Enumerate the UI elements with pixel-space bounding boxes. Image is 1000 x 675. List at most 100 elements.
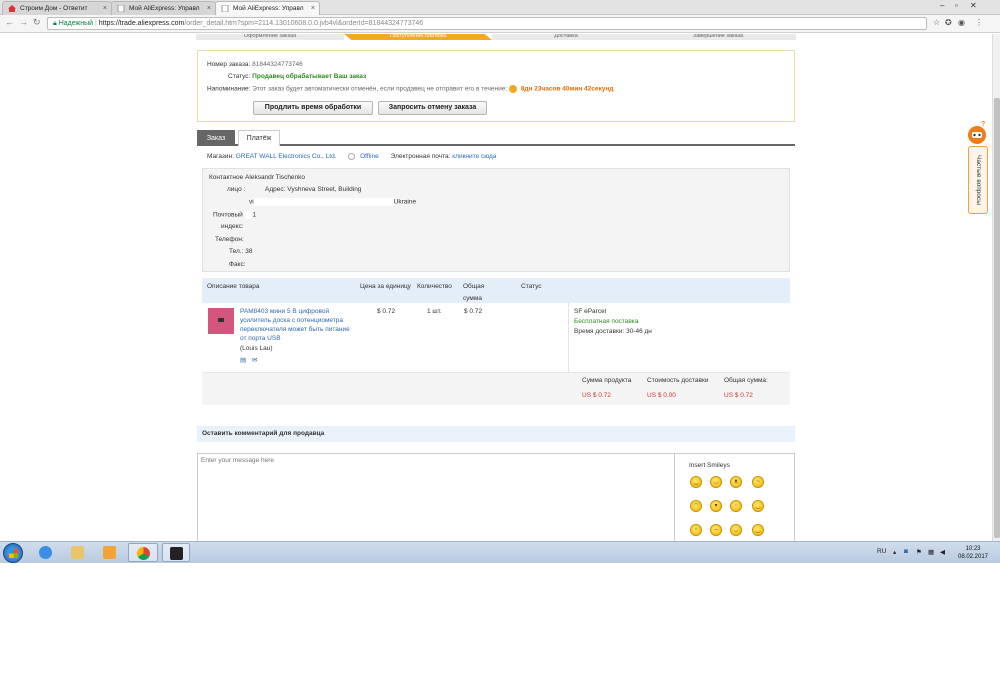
col-description: Описание товара bbox=[207, 283, 260, 290]
store-link[interactable]: GREAT WALL Electronics Co., Ltd. bbox=[236, 153, 337, 160]
browser-tab-1[interactable]: Строим Дом - Ответит × bbox=[2, 1, 112, 15]
order-total: US $ 0.72 bbox=[724, 392, 753, 399]
browser-tab-bar: Строим Дом - Ответит × Мой AliExpress: У… bbox=[0, 0, 1000, 15]
taskbar-chrome[interactable] bbox=[128, 543, 158, 562]
extend-processing-button[interactable]: Продлить время обработки bbox=[253, 101, 373, 115]
contact-info: Контактное Aleksandr Tischenko лицо : Ад… bbox=[202, 168, 790, 272]
taskbar-app[interactable] bbox=[162, 543, 190, 562]
start-button[interactable] bbox=[3, 543, 23, 563]
chrome-icon bbox=[137, 547, 150, 560]
smiley-icon[interactable]: ▾ bbox=[710, 500, 722, 512]
browser-tab-3-label: Мой AliExpress: Управл bbox=[233, 5, 304, 12]
order-table-header: Описание товара Цена за единицу Количест… bbox=[202, 278, 790, 303]
address-line2-end: Ukraine bbox=[393, 198, 417, 206]
clock[interactable]: 10:23 08.02.2017 bbox=[953, 545, 993, 561]
product-sum-label: Сумма продукта bbox=[582, 377, 632, 384]
reminder-label: Напоминание: bbox=[207, 85, 251, 93]
smiley-icon[interactable]: ◡ bbox=[730, 524, 742, 536]
contact-person-label: Контактное bbox=[209, 174, 244, 181]
smiley-icon[interactable]: ~ bbox=[752, 476, 764, 488]
smiley-icon[interactable]: ‿ bbox=[752, 524, 764, 536]
snapshot-icon[interactable]: ▤ bbox=[240, 357, 246, 364]
store-status: Offline bbox=[360, 153, 379, 161]
shipping-method: SF eParcel bbox=[574, 308, 607, 315]
order-number-label: Номер заказа: bbox=[207, 61, 251, 68]
volume-icon[interactable]: ◀ bbox=[940, 548, 945, 556]
smiley-icon[interactable]: ᵕ bbox=[690, 524, 702, 536]
scrollbar-thumb[interactable] bbox=[994, 98, 1000, 538]
browser-tab-1-label: Строим Дом - Ответит bbox=[20, 5, 88, 12]
smiley-icon[interactable]: ◦ bbox=[730, 500, 742, 512]
smiley-icon[interactable]: ⌣ bbox=[710, 524, 722, 536]
forward-icon[interactable]: → bbox=[19, 17, 28, 27]
product-sum: US $ 0.72 bbox=[582, 392, 611, 399]
star-icon[interactable]: ☆ bbox=[933, 18, 940, 27]
product-thumbnail[interactable] bbox=[208, 308, 234, 334]
blank-area bbox=[0, 563, 1000, 675]
address-value: Vyshneva Street, Building bbox=[287, 186, 362, 193]
url-host: https://trade.aliexpress.com bbox=[98, 20, 185, 27]
tab-order[interactable]: Заказ bbox=[197, 130, 235, 146]
postal-value: 1 bbox=[252, 211, 257, 219]
smiley-icon[interactable]: ◡ bbox=[710, 476, 722, 488]
faq-tab[interactable]: Частые вопросы bbox=[968, 146, 988, 214]
quantity: 1 шт. bbox=[427, 308, 442, 315]
reminder-time: 8дн 23часов 40мин 42секунд bbox=[520, 85, 614, 93]
free-shipping: Бесплатная поставка bbox=[574, 318, 639, 325]
taskbar-ie[interactable] bbox=[33, 543, 59, 562]
flag-icon[interactable]: ⚑ bbox=[916, 548, 922, 556]
store-label: Магазин: bbox=[207, 153, 234, 161]
address-bar: ← → ↻ 🔒︎ Надежный | https://trade.aliexp… bbox=[0, 15, 1000, 33]
chevron-up-icon[interactable]: ▴ bbox=[893, 548, 896, 556]
contact-person: Aleksandr Tischenko bbox=[245, 174, 306, 181]
close-icon[interactable]: × bbox=[311, 2, 315, 15]
store-line: Магазин: GREAT WALL Electronics Co., Ltd… bbox=[207, 153, 496, 160]
browser-tab-3[interactable]: Мой AliExpress: Управл × bbox=[215, 1, 320, 15]
reload-icon[interactable]: ↻ bbox=[33, 17, 41, 28]
taskbar-media[interactable] bbox=[97, 543, 123, 562]
smiley-icon[interactable]: ‿ bbox=[690, 476, 702, 488]
message-input[interactable] bbox=[197, 453, 675, 541]
smiley-icon[interactable]: ᴥ bbox=[730, 476, 742, 488]
close-window-icon[interactable]: ✕ bbox=[970, 1, 977, 10]
language-indicator[interactable]: RU bbox=[877, 548, 886, 555]
network-icon[interactable]: ▦ bbox=[928, 548, 934, 556]
clock-icon bbox=[509, 85, 517, 93]
progress-step-3: Доставка bbox=[492, 34, 640, 40]
email-link[interactable]: кликните сюда bbox=[452, 153, 496, 160]
minimize-icon[interactable]: – bbox=[940, 1, 944, 10]
order-summary: Сумма продукта US $ 0.72 Стоимость доста… bbox=[202, 373, 790, 405]
progress-step-4: Завершение заказа bbox=[640, 34, 796, 40]
close-icon[interactable]: × bbox=[103, 2, 107, 15]
menu-icon[interactable]: ⋮ bbox=[975, 18, 983, 27]
close-icon[interactable]: × bbox=[207, 2, 211, 15]
extension-2-icon[interactable]: ◉ bbox=[958, 18, 965, 27]
message-icon[interactable]: ✉ bbox=[252, 357, 257, 364]
redacted-block bbox=[244, 211, 251, 219]
svg-text:?: ? bbox=[981, 121, 985, 128]
shipping-cost: US $ 0.00 bbox=[647, 392, 676, 399]
back-icon[interactable]: ← bbox=[5, 17, 14, 27]
contact-person-label-2: лицо : bbox=[227, 186, 246, 193]
progress-step-2: Поступление платежа bbox=[344, 34, 492, 40]
browser-tab-2[interactable]: Мой AliExpress: Управл × bbox=[111, 1, 216, 15]
tab-payment[interactable]: Платёж bbox=[238, 130, 280, 146]
taskbar-explorer[interactable] bbox=[65, 543, 91, 562]
extension-icon[interactable]: ✪ bbox=[945, 18, 952, 27]
email-label: Электронная почта: bbox=[390, 153, 451, 161]
total-label: Общая сумма: bbox=[724, 377, 768, 384]
smiley-icon[interactable]: ‿ bbox=[752, 500, 764, 512]
product-title-line: от порта USB bbox=[240, 335, 281, 342]
media-player-icon bbox=[103, 546, 116, 559]
tel-value: 38 bbox=[245, 248, 253, 255]
order-status: Продавец обрабатывает Ваш заказ bbox=[252, 73, 367, 80]
maximize-icon[interactable]: ▫ bbox=[955, 1, 958, 10]
taskbar: RU ▴ ◙ ⚑ ▦ ◀ 10:23 08.02.2017 bbox=[0, 541, 1000, 563]
url-field[interactable]: 🔒︎ Надежный | https://trade.aliexpress.c… bbox=[47, 17, 927, 30]
product-title[interactable]: PAM8403 мини 5 В цифровой усилитель доск… bbox=[240, 307, 350, 343]
smiley-icon[interactable]: ◠ bbox=[690, 500, 702, 512]
vertical-scrollbar[interactable] bbox=[992, 34, 1000, 541]
help-robot-icon[interactable]: ? bbox=[966, 120, 988, 146]
tray-app-icon[interactable]: ◙ bbox=[904, 548, 908, 555]
request-cancel-button[interactable]: Запросить отмену заказа bbox=[378, 101, 487, 115]
